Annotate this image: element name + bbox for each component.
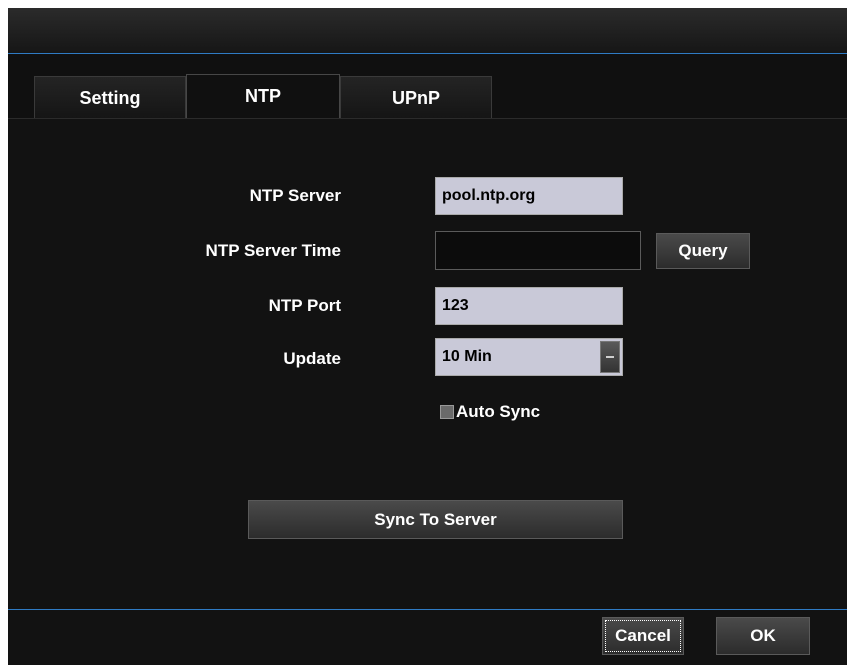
update-label: Update — [283, 349, 341, 368]
ntp-port-input[interactable] — [435, 287, 623, 325]
sync-to-server-button[interactable]: Sync To Server — [248, 500, 623, 539]
query-button[interactable]: Query — [656, 233, 750, 269]
tab-setting[interactable]: Setting — [34, 76, 186, 118]
auto-sync-checkbox-group[interactable]: Auto Sync — [440, 402, 540, 422]
update-select[interactable]: 10 Min — [435, 338, 623, 376]
update-select-value: 10 Min — [442, 348, 492, 365]
ntp-server-input[interactable] — [435, 177, 623, 215]
tab-upnp[interactable]: UPnP — [340, 76, 492, 118]
ntp-port-label: NTP Port — [268, 296, 341, 315]
ntp-dialog: Setting NTP UPnP NTP Server NTP Server T… — [8, 8, 847, 665]
tab-bar: Setting NTP UPnP — [8, 54, 847, 119]
tab-ntp[interactable]: NTP — [186, 74, 340, 118]
ntp-server-time-label: NTP Server Time — [205, 241, 341, 260]
auto-sync-checkbox[interactable] — [440, 405, 454, 419]
ntp-server-label: NTP Server — [249, 186, 341, 205]
cancel-button[interactable]: Cancel — [602, 617, 684, 655]
dialog-titlebar — [8, 8, 847, 54]
ntp-server-time-field[interactable] — [435, 231, 641, 270]
chevron-down-icon[interactable] — [600, 341, 620, 373]
auto-sync-label: Auto Sync — [456, 402, 541, 421]
ok-button[interactable]: OK — [716, 617, 810, 655]
